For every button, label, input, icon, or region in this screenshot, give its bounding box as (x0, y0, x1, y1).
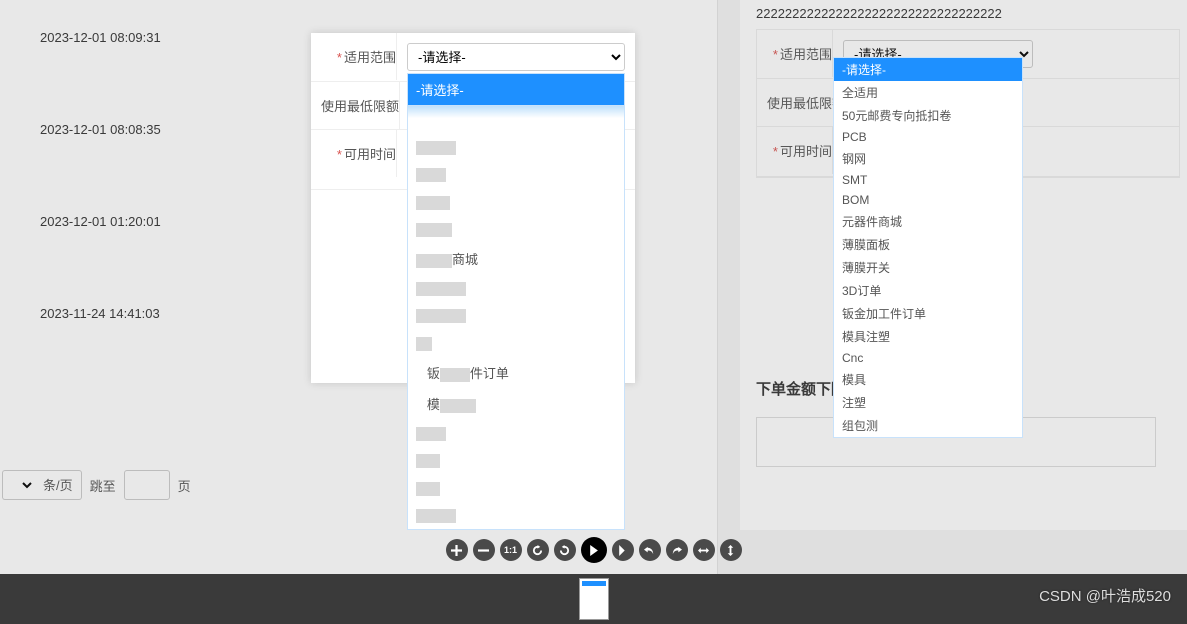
long-text-line: 2222222222222222222222222222222222 (756, 4, 1180, 29)
jump-label: 跳至 (90, 476, 116, 495)
dropdown-option[interactable]: 薄膜面板 (834, 233, 1022, 256)
redacted-area (408, 216, 624, 244)
dropdown-option[interactable]: SMT (834, 170, 1022, 190)
dropdown-option[interactable]: BOM (834, 190, 1022, 210)
redacted-area (408, 419, 624, 447)
one-to-one-icon[interactable]: 1:1 (500, 539, 522, 561)
dropdown-option[interactable]: 钢网 (834, 147, 1022, 170)
dropdown-option[interactable]: 薄膜开关 (834, 256, 1022, 279)
dropdown-option[interactable]: 全适用 (834, 81, 1022, 104)
rotate-ccw-icon[interactable] (554, 539, 576, 561)
form-row-scope-r: *适用范围 -请选择- -请选择- 全适用 50元邮费专向抵扣卷 PCB 钢网 … (757, 30, 1179, 79)
undo-icon[interactable] (639, 539, 661, 561)
scope-dropdown[interactable]: -请选择- 商城 钣件订单 模 (407, 73, 625, 530)
redo-icon[interactable] (666, 539, 688, 561)
scope-select[interactable]: -请选择- (407, 43, 625, 71)
dropdown-option[interactable]: 钣件订单 (408, 357, 624, 388)
dropdown-option[interactable]: PCB (834, 127, 1022, 147)
right-panel: 2222222222222222222222222222222222 *适用范围… (740, 0, 1187, 530)
watermark: CSDN @叶浩成520 (1039, 585, 1171, 606)
redacted-area (408, 274, 624, 302)
filmstrip (0, 574, 1187, 624)
redacted-area (408, 329, 624, 357)
page-label: 页 (178, 476, 191, 495)
dropdown-option[interactable]: 注塑 (834, 391, 1022, 414)
redacted-area (408, 105, 624, 133)
zoom-out-icon[interactable] (473, 539, 495, 561)
dropdown-option[interactable]: 元器件商城 (834, 210, 1022, 233)
form-label: *适用范围 (311, 33, 397, 80)
rotate-cw-icon[interactable] (527, 539, 549, 561)
dropdown-option[interactable]: Cnc (834, 348, 1022, 368)
flip-horizontal-icon[interactable] (693, 539, 715, 561)
jump-input[interactable] (124, 470, 170, 500)
form-label: *适用范围 (757, 30, 833, 77)
dropdown-option[interactable]: 商城 (408, 243, 624, 274)
dropdown-option[interactable]: 钣金加工件订单 (834, 302, 1022, 325)
dropdown-option[interactable]: 模具 (834, 368, 1022, 391)
redacted-area (408, 502, 624, 530)
form-modal: *适用范围 -请选择- -请选择- 商城 钣件订单 模 (311, 33, 635, 383)
pagination-bar: 条/页 跳至 页 (0, 470, 191, 500)
redacted-area (408, 447, 624, 475)
redacted-area: 模 (408, 388, 624, 419)
form-label: 使用最低限额 (311, 82, 400, 129)
form-label: *可用时间 (757, 127, 833, 174)
dropdown-option[interactable]: -请选择- (834, 58, 1022, 81)
per-page-select[interactable] (2, 470, 35, 500)
per-page-suffix: 条/页 (35, 470, 82, 500)
next-icon[interactable] (612, 539, 634, 561)
dropdown-option[interactable]: 模具注塑 (834, 325, 1022, 348)
redacted-area (408, 133, 624, 161)
dropdown-option[interactable]: 组包测 (834, 414, 1022, 437)
zoom-in-icon[interactable] (446, 539, 468, 561)
redacted-area (408, 474, 624, 502)
redacted-area (408, 188, 624, 216)
redacted-area (408, 161, 624, 189)
thumbnail[interactable] (579, 578, 609, 620)
play-icon[interactable] (581, 537, 607, 563)
image-viewer-toolbar: 1:1 (0, 531, 1187, 569)
form-label: *可用时间 (311, 130, 397, 177)
flip-vertical-icon[interactable] (720, 539, 742, 561)
dropdown-option[interactable]: 50元邮费专向抵扣卷 (834, 104, 1022, 127)
dropdown-option[interactable]: -请选择- (408, 74, 624, 105)
scope-dropdown-r[interactable]: -请选择- 全适用 50元邮费专向抵扣卷 PCB 钢网 SMT BOM 元器件商… (833, 57, 1023, 438)
right-form: *适用范围 -请选择- -请选择- 全适用 50元邮费专向抵扣卷 PCB 钢网 … (756, 29, 1180, 178)
dropdown-option[interactable]: 3D订单 (834, 279, 1022, 302)
form-row-scope: *适用范围 -请选择- -请选择- 商城 钣件订单 模 (311, 33, 635, 82)
redacted-area (408, 302, 624, 330)
